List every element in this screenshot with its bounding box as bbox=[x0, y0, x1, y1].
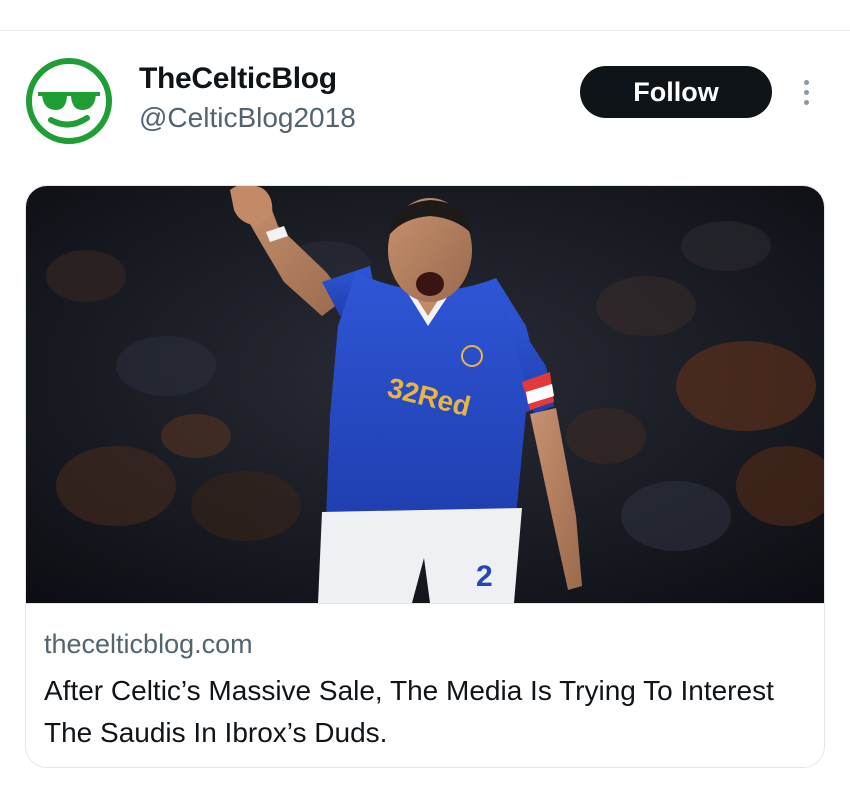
card-title: After Celtic’s Massive Sale, The Media I… bbox=[44, 675, 774, 748]
top-divider bbox=[0, 30, 850, 31]
dot bbox=[803, 89, 809, 95]
card-photo: 32Red 2 bbox=[26, 186, 824, 603]
display-name[interactable]: TheCelticBlog bbox=[139, 60, 356, 98]
more-options-icon[interactable] bbox=[792, 74, 820, 110]
author-info: TheCelticBlog @CelticBlog2018 bbox=[139, 60, 356, 136]
card-text: thecelticblog.com After Celtic’s Massive… bbox=[44, 624, 814, 754]
footballer-in-blue-kit-photo: 32Red 2 bbox=[26, 186, 824, 603]
card-domain: thecelticblog.com bbox=[44, 629, 253, 659]
dot bbox=[803, 99, 809, 105]
link-card[interactable]: 32Red 2 thecelticblog.com After Celtic’s… bbox=[25, 185, 825, 768]
dot bbox=[803, 79, 809, 85]
sunglasses-face-icon bbox=[26, 58, 112, 144]
shirt-number: 2 bbox=[476, 560, 493, 593]
user-handle[interactable]: @CelticBlog2018 bbox=[139, 100, 356, 136]
follow-button[interactable]: Follow bbox=[580, 66, 772, 118]
card-divider bbox=[26, 603, 824, 604]
avatar[interactable] bbox=[24, 56, 114, 146]
tweet-header: TheCelticBlog @CelticBlog2018 Follow bbox=[0, 52, 850, 152]
